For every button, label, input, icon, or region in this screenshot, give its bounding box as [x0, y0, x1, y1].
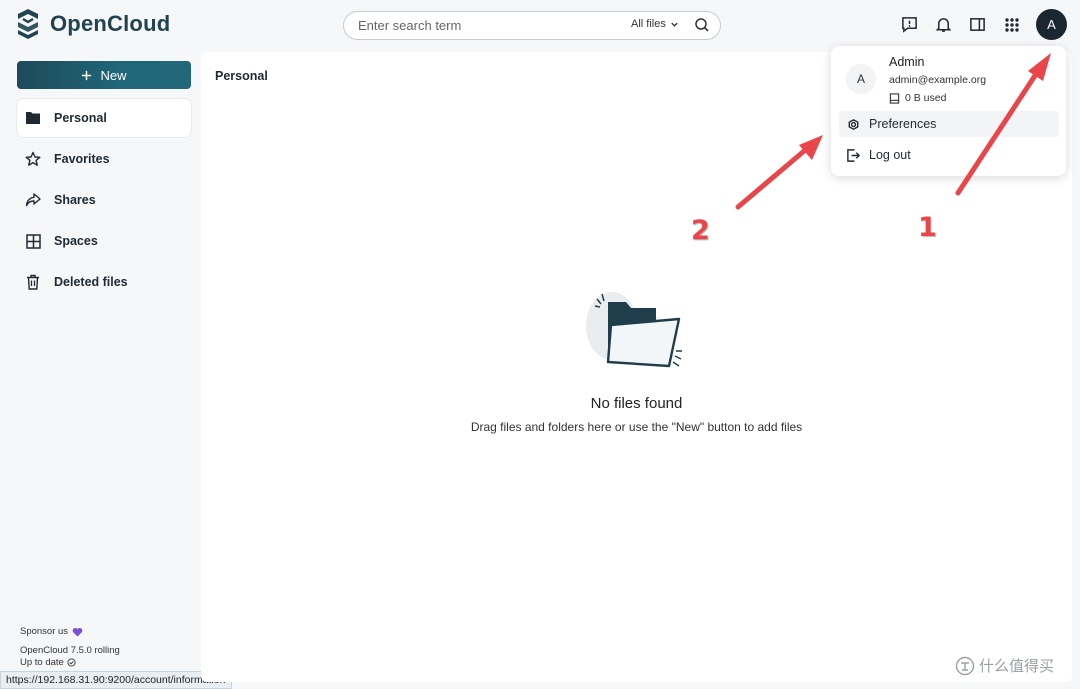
- sidebar-item-label: Deleted files: [54, 275, 128, 289]
- notifications-button[interactable]: [932, 13, 955, 36]
- app-name: OpenCloud: [50, 11, 171, 36]
- user-email: admin@example.org: [889, 74, 987, 86]
- empty-state-title: No files found: [590, 395, 683, 412]
- user-menu-dropdown: A Admin admin@example.org 0 B used Prefe…: [831, 46, 1066, 176]
- app-switcher-button[interactable]: [1000, 13, 1023, 36]
- sidebar-item-label: Favorites: [54, 152, 110, 166]
- share-arrow-icon: [24, 191, 42, 209]
- top-bar: OpenCloud All files A: [0, 0, 1080, 50]
- feedback-icon: [902, 17, 917, 33]
- search-input[interactable]: [358, 18, 608, 33]
- heart-icon: [72, 627, 83, 637]
- search-scope-label: All files: [631, 18, 666, 30]
- star-icon: [24, 150, 42, 168]
- user-name: Admin: [889, 55, 925, 69]
- sponsor-label: Sponsor us: [20, 626, 69, 637]
- storage-icon: [889, 92, 900, 104]
- sidebar-item-shares[interactable]: Shares: [17, 181, 191, 219]
- header-actions: [898, 13, 1023, 36]
- sidebar-item-label: Shares: [54, 193, 96, 207]
- sidebar-item-personal[interactable]: Personal: [17, 99, 191, 137]
- sidebar-item-spaces[interactable]: Spaces: [17, 222, 191, 260]
- grid-icon: [24, 232, 42, 250]
- search-scope-dropdown[interactable]: All files: [631, 18, 679, 30]
- feedback-button[interactable]: [898, 13, 921, 36]
- logout-menu-item[interactable]: Log out: [839, 142, 1059, 168]
- sidebar-item-deleted-files[interactable]: Deleted files: [17, 263, 191, 301]
- folder-icon: [24, 109, 42, 127]
- trash-icon: [24, 273, 42, 291]
- sidebar-item-favorites[interactable]: Favorites: [17, 140, 191, 178]
- logout-label: Log out: [869, 148, 911, 162]
- chevron-down-icon: [671, 22, 678, 27]
- sidebar-panel-icon: [970, 18, 985, 31]
- sidebar-item-label: Personal: [54, 111, 107, 125]
- plus-icon: [82, 70, 92, 80]
- new-button[interactable]: New: [17, 61, 191, 89]
- storage-quota: 0 B used: [889, 92, 946, 104]
- page-title: Personal: [215, 69, 268, 83]
- avatar: A: [846, 64, 876, 94]
- search-button[interactable]: [694, 17, 712, 35]
- preferences-menu-item[interactable]: Preferences: [839, 111, 1059, 137]
- update-status: Up to date: [20, 657, 76, 668]
- search-bar[interactable]: All files: [343, 11, 721, 40]
- sidebar: New Personal Favorites Shares Spaces Del…: [0, 50, 200, 689]
- app-logo[interactable]: OpenCloud: [14, 8, 170, 40]
- opencloud-logo-icon: [18, 9, 38, 39]
- quota-label: 0 B used: [905, 92, 947, 104]
- preferences-label: Preferences: [869, 117, 937, 131]
- logout-icon: [845, 147, 861, 163]
- sponsor-link[interactable]: Sponsor us: [20, 626, 83, 637]
- update-status-label: Up to date: [20, 657, 64, 668]
- sidebar-item-label: Spaces: [54, 234, 98, 248]
- version-text: OpenCloud 7.5.0 rolling: [20, 645, 120, 656]
- empty-folder-icon: [586, 292, 682, 368]
- status-bar-url: https://192.168.31.90:9200/account/infor…: [0, 671, 232, 689]
- app-grid-icon: [1004, 17, 1019, 32]
- watermark: 什么值得买: [955, 655, 1054, 676]
- watermark-text: 什么值得买: [979, 658, 1055, 675]
- user-menu-button[interactable]: A: [1036, 9, 1067, 40]
- bell-icon: [935, 18, 952, 32]
- annotation-number-1: 1: [918, 212, 937, 243]
- new-button-label: New: [100, 67, 127, 83]
- check-circle-icon: [67, 658, 76, 667]
- watermark-logo-icon: [955, 656, 975, 675]
- empty-state-hint: Drag files and folders here or use the "…: [470, 420, 803, 434]
- sidebar-toggle-button[interactable]: [966, 13, 989, 36]
- annotation-number-2: 2: [691, 215, 710, 246]
- gear-icon: [845, 116, 861, 132]
- search-icon: [695, 18, 709, 32]
